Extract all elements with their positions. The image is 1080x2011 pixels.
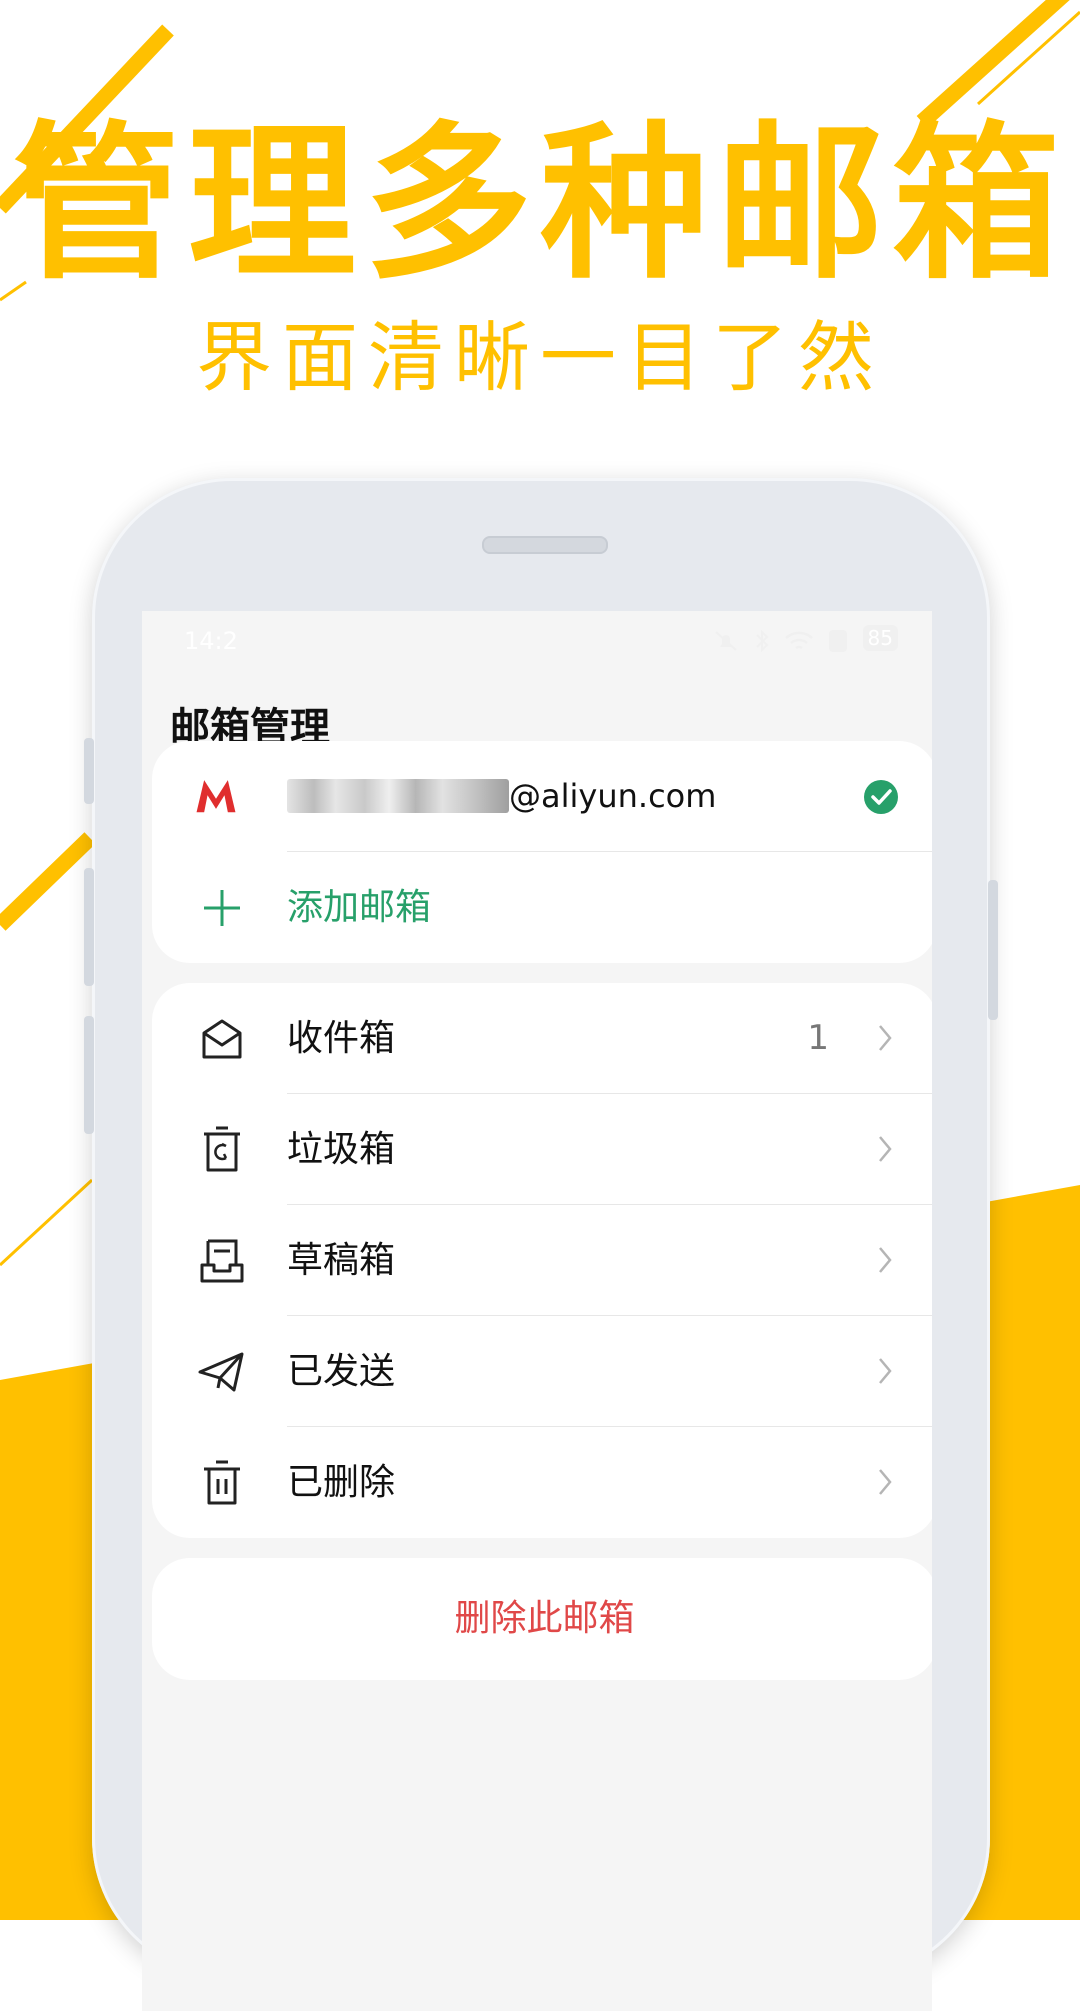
- account-row[interactable]: @aliyun.com: [152, 741, 932, 852]
- wifi-icon: [785, 631, 814, 649]
- bluetooth-icon: [756, 629, 769, 652]
- folder-row-drafts[interactable]: 草稿箱: [152, 1205, 932, 1316]
- paper-plane-icon: [198, 1352, 244, 1392]
- mute-icon: [715, 630, 737, 651]
- folder-label: 收件箱: [287, 1018, 396, 1059]
- delete-mailbox-label: 删除此邮箱: [454, 1598, 635, 1639]
- email-redacted: [287, 779, 509, 813]
- phone-button-left-2: [84, 868, 94, 986]
- email-domain: @aliyun.com: [509, 777, 717, 815]
- add-mailbox-label: 添加邮箱: [287, 887, 432, 928]
- chevron-right-icon: [879, 1358, 892, 1384]
- subheadline: 界面清晰一目了然: [196, 313, 884, 402]
- chevron-right-icon: [879, 1247, 892, 1273]
- phone-button-left-1: [84, 738, 94, 804]
- plus-icon: [204, 890, 240, 926]
- trash-recycle-icon: [204, 1126, 240, 1172]
- folders-card: 收件箱 1 垃圾箱 草稿箱 已发送 已删除: [152, 983, 932, 1538]
- mail-m-logo-icon: [196, 780, 236, 813]
- add-mailbox-row[interactable]: 添加邮箱: [152, 852, 932, 963]
- phone-speaker: [482, 536, 608, 554]
- chevron-right-icon: [879, 1469, 892, 1495]
- folder-label: 已删除: [287, 1462, 396, 1503]
- folder-row-deleted[interactable]: 已删除: [152, 1427, 932, 1538]
- folder-row-junk[interactable]: 垃圾箱: [152, 1094, 932, 1205]
- folder-label: 草稿箱: [287, 1240, 396, 1281]
- check-circle-icon: [864, 780, 898, 814]
- phone-frame: 14:2 85 邮箱管理 @aliyun.com 添加邮箱 收件箱 1 垃圾箱 …: [84, 478, 998, 2011]
- chevron-right-icon: [879, 1025, 892, 1051]
- status-time: 14:2: [184, 627, 238, 655]
- status-icons: 85: [712, 625, 898, 654]
- unread-count: 1: [807, 1018, 829, 1058]
- envelope-open-icon: [202, 1019, 242, 1059]
- phone-screen: 14:2 85 邮箱管理 @aliyun.com 添加邮箱 收件箱 1 垃圾箱 …: [142, 611, 932, 2011]
- folder-label: 垃圾箱: [287, 1129, 396, 1170]
- phone-button-left-3: [84, 1016, 94, 1134]
- folder-label: 已发送: [287, 1351, 396, 1392]
- headline: 管理多种邮箱: [12, 106, 1068, 302]
- chevron-right-icon: [879, 1136, 892, 1162]
- account-card: @aliyun.com 添加邮箱: [152, 741, 932, 963]
- sim-icon: [829, 629, 848, 652]
- battery-level: 85: [862, 625, 898, 651]
- delete-mailbox-button[interactable]: 删除此邮箱: [152, 1558, 932, 1680]
- draft-tray-icon: [200, 1239, 244, 1283]
- folder-row-inbox[interactable]: 收件箱 1: [152, 983, 932, 1094]
- trash-can-icon: [204, 1460, 240, 1505]
- folder-row-sent[interactable]: 已发送: [152, 1316, 932, 1427]
- phone-button-right: [988, 880, 998, 1020]
- account-email: @aliyun.com: [287, 741, 716, 852]
